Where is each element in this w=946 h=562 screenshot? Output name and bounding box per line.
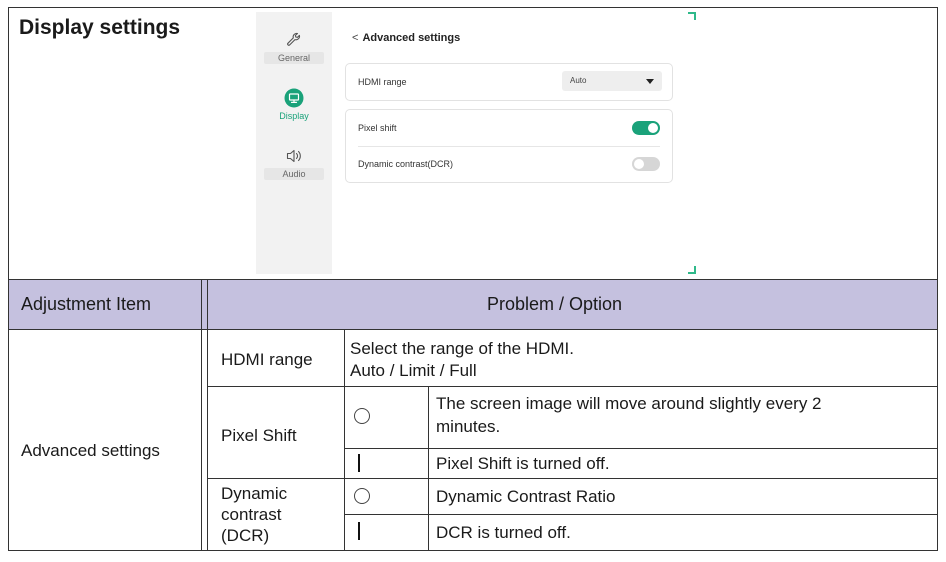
row-rule bbox=[344, 514, 937, 515]
hdmi-range-label: HDMI range bbox=[358, 77, 407, 87]
nav-label: Display bbox=[279, 111, 309, 121]
column-rule bbox=[344, 330, 345, 550]
dcr-on-desc: Dynamic Contrast Ratio bbox=[436, 487, 616, 506]
row-rule bbox=[344, 448, 937, 449]
monitor-icon bbox=[284, 88, 304, 108]
column-rule bbox=[207, 280, 208, 550]
nav-item-general[interactable]: General bbox=[264, 30, 324, 64]
off-bar-icon bbox=[358, 522, 360, 540]
advanced-settings-title: Advanced settings bbox=[362, 32, 461, 44]
row-pixel-shift-name: Pixel Shift bbox=[221, 426, 297, 445]
settings-sidebar: General Display Audio bbox=[256, 12, 332, 274]
wrench-icon bbox=[287, 32, 300, 46]
row-rule bbox=[207, 386, 937, 387]
nav-label: Audio bbox=[264, 168, 324, 180]
display-options-card: Pixel shift Dynamic contrast(DCR) bbox=[345, 109, 673, 183]
frame-corner bbox=[688, 266, 696, 274]
hdmi-range-dropdown[interactable]: Auto bbox=[562, 71, 662, 91]
section-title: Display settings bbox=[19, 16, 181, 39]
dcr-label: Dynamic contrast(DCR) bbox=[358, 159, 454, 169]
row-hdmi-range-name: HDMI range bbox=[221, 350, 313, 369]
on-circle-icon bbox=[354, 408, 370, 424]
row-dcr-name-3: (DCR) bbox=[221, 526, 270, 545]
hdmi-range-card: HDMI range Auto bbox=[345, 63, 673, 101]
pixel-shift-toggle[interactable] bbox=[632, 121, 660, 135]
column-rule bbox=[201, 280, 202, 550]
toggle-knob bbox=[648, 123, 658, 133]
speaker-icon bbox=[286, 149, 301, 163]
row-rule bbox=[207, 478, 937, 479]
off-bar-icon bbox=[358, 454, 360, 472]
advanced-settings-header[interactable]: < Advanced settings bbox=[352, 32, 460, 44]
group-advanced-settings: Advanced settings bbox=[21, 441, 160, 460]
row-dcr-name-2: contrast bbox=[221, 505, 282, 524]
col-header-problem-option: Problem / Option bbox=[487, 294, 623, 314]
nav-label: General bbox=[264, 52, 324, 64]
column-rule bbox=[428, 386, 429, 550]
frame-corner bbox=[688, 12, 696, 20]
pixel-shift-label: Pixel shift bbox=[358, 123, 397, 133]
pixel-shift-on-desc-2: minutes. bbox=[436, 417, 501, 436]
hdmi-range-row: HDMI range Auto bbox=[346, 64, 672, 100]
col-header-adjustment-item: Adjustment Item bbox=[21, 294, 152, 314]
dcr-toggle[interactable] bbox=[632, 157, 660, 171]
settings-screenshot: General Display Audio < Advanced setting… bbox=[256, 12, 696, 274]
hdmi-range-value: Auto bbox=[570, 76, 587, 85]
row-hdmi-range-desc-1: Select the range of the HDMI. bbox=[350, 339, 574, 358]
on-circle-icon bbox=[354, 488, 370, 504]
toggle-knob bbox=[634, 159, 644, 169]
pixel-shift-off-desc: Pixel Shift is turned off. bbox=[436, 454, 610, 473]
dcr-row: Dynamic contrast(DCR) bbox=[346, 146, 672, 182]
pixel-shift-row: Pixel shift bbox=[346, 110, 672, 146]
row-hdmi-range-desc-2: Auto / Limit / Full bbox=[350, 361, 477, 380]
nav-item-display[interactable]: Display bbox=[264, 88, 324, 122]
table-header: Adjustment Item Problem / Option bbox=[9, 280, 937, 330]
pixel-shift-on-desc-1: The screen image will move around slight… bbox=[436, 394, 822, 413]
row-dcr-name-1: Dynamic bbox=[221, 484, 288, 503]
display-settings-section: Display settings General Display Audio <… bbox=[9, 8, 937, 280]
settings-table: Adjustment Item Problem / Option Advance… bbox=[9, 280, 937, 550]
dcr-off-desc: DCR is turned off. bbox=[436, 523, 571, 542]
caret-down-icon bbox=[646, 79, 654, 84]
back-chevron-icon[interactable]: < bbox=[352, 32, 358, 44]
manual-page: Display settings General Display Audio <… bbox=[8, 7, 938, 551]
nav-item-audio[interactable]: Audio bbox=[264, 146, 324, 180]
